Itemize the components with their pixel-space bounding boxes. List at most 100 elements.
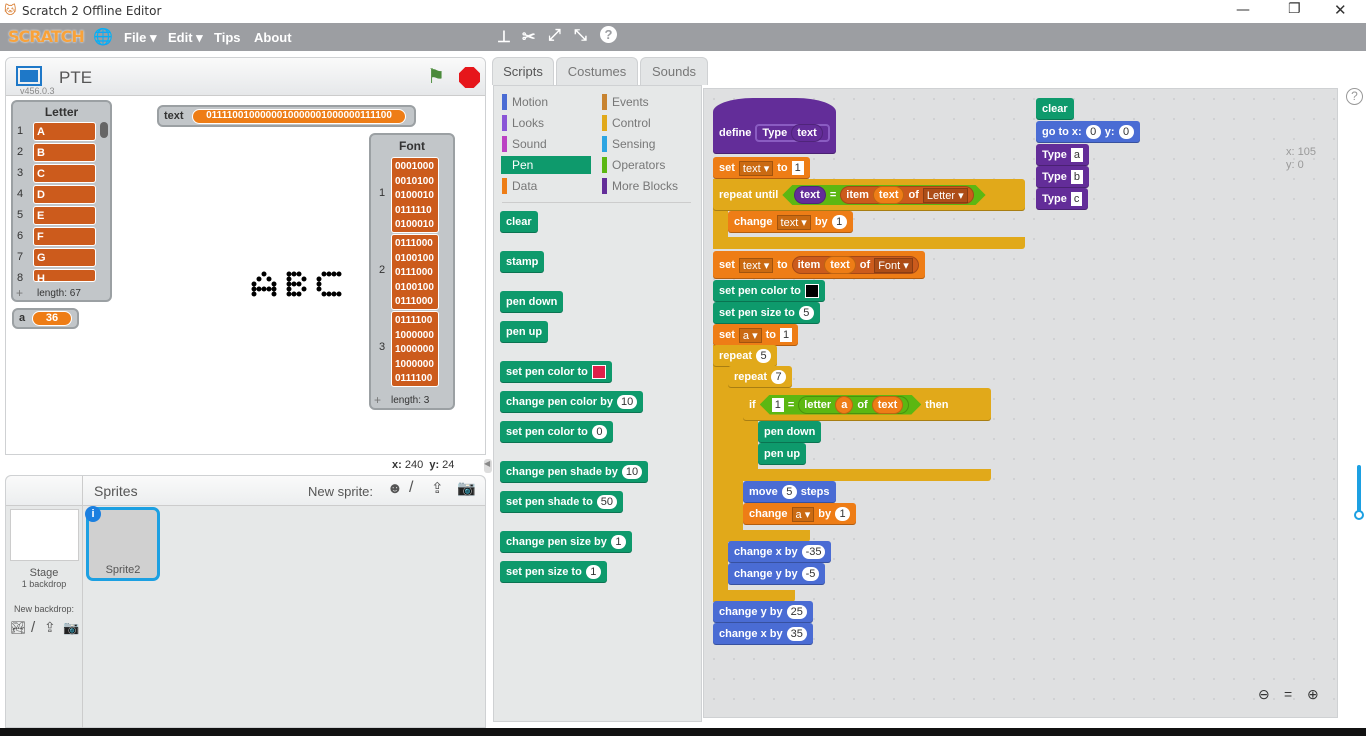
zoom-out-icon[interactable]: ⊖	[1258, 686, 1270, 703]
change-x-by-block[interactable]: change x by 35	[713, 623, 813, 645]
pen-down-block[interactable]: pen down	[758, 421, 822, 443]
change-y-by-block[interactable]: change y by 25	[713, 601, 813, 623]
dropdown[interactable]: Font	[874, 257, 913, 273]
number-input[interactable]: 7	[771, 370, 787, 384]
text-input[interactable]: a	[1070, 148, 1083, 162]
reporter-block[interactable]: text	[791, 124, 823, 142]
menu-file[interactable]: File ▾	[124, 30, 157, 46]
number-input[interactable]: 5	[798, 306, 814, 320]
stage-thumbnail[interactable]	[10, 509, 79, 561]
help-icon[interactable]: ?	[600, 26, 617, 43]
category-more-blocks[interactable]: More Blocks	[601, 177, 691, 195]
backdrop-library-icon[interactable]: 🏞	[10, 620, 27, 636]
zoom-in-icon[interactable]: ⊕	[1307, 686, 1319, 703]
help-button[interactable]: ?	[1346, 88, 1363, 105]
define-block[interactable]: define Type text	[713, 98, 836, 154]
text-input[interactable]: 1	[772, 398, 784, 412]
change-x-by-block[interactable]: change x by -35	[728, 541, 832, 563]
dropdown[interactable]: text	[776, 214, 811, 230]
clear-block[interactable]: clear	[500, 211, 538, 233]
category-sensing[interactable]: Sensing	[601, 135, 691, 153]
pen-down-block[interactable]: pen down	[500, 291, 564, 313]
number-input[interactable]: 1	[835, 507, 851, 521]
number-input[interactable]: 1	[610, 535, 626, 549]
paint-backdrop-icon[interactable]: /	[31, 619, 35, 636]
reporter-block[interactable]: a	[835, 396, 853, 414]
maximize-button[interactable]: ❐	[1288, 1, 1301, 17]
number-input[interactable]: 10	[616, 395, 638, 409]
close-button[interactable]: ✕	[1334, 1, 1347, 19]
collapse-stage-icon[interactable]: ◀	[484, 459, 492, 473]
repeat-block[interactable]: repeat 7	[728, 366, 793, 388]
number-input[interactable]: 25	[786, 605, 807, 619]
tab-costumes[interactable]: Costumes	[556, 57, 638, 85]
category-looks[interactable]: Looks	[501, 114, 591, 132]
paint-brush-icon[interactable]: /	[409, 479, 413, 497]
reporter-block[interactable]: text	[824, 256, 856, 274]
upload-backdrop-icon[interactable]: ⇪	[44, 619, 56, 636]
set-pen-shade-to-block[interactable]: set pen shade to 50	[500, 491, 624, 513]
clear-block[interactable]: clear	[1036, 98, 1074, 120]
project-name[interactable]: PTE	[59, 68, 92, 88]
category-events[interactable]: Events	[601, 93, 691, 111]
minimize-button[interactable]: —	[1236, 2, 1250, 18]
menu-tips[interactable]: Tips	[214, 30, 241, 45]
number-input[interactable]: 0	[591, 425, 607, 439]
menu-edit[interactable]: Edit ▾	[168, 30, 203, 46]
change-y-by-block[interactable]: change y by -5	[728, 563, 826, 585]
set-pen-color-to-block[interactable]: set pen color to	[500, 361, 612, 383]
change-pen-size-by-block[interactable]: change pen size by 1	[500, 531, 632, 553]
color-swatch[interactable]	[591, 365, 606, 379]
category-control[interactable]: Control	[601, 114, 691, 132]
number-input[interactable]: 5	[781, 485, 797, 499]
repeat-block[interactable]: repeat 5	[713, 345, 778, 367]
type-block[interactable]: Type b	[1036, 166, 1089, 188]
category-pen[interactable]: Pen	[501, 156, 591, 174]
set-block[interactable]: settexttoitemtextofFont	[713, 251, 925, 279]
category-sound[interactable]: Sound	[501, 135, 591, 153]
reporter-block[interactable]: Type text	[755, 124, 830, 142]
number-input[interactable]: 1	[585, 565, 601, 579]
reporter-block[interactable]: text	[872, 396, 904, 414]
pen-up-block[interactable]: pen up	[500, 321, 549, 343]
number-input[interactable]: 5	[756, 349, 772, 363]
go-to-x--block[interactable]: go to x: 0 y: 0	[1036, 121, 1140, 143]
duplicate-stamp-icon[interactable]: ⊥	[497, 27, 511, 47]
set-pen-size-to-block[interactable]: set pen size to 1	[500, 561, 607, 583]
menu-about[interactable]: About	[254, 30, 292, 45]
scratch-logo[interactable]: SCRATCH	[8, 27, 85, 46]
green-flag-icon[interactable]: ⚑	[427, 64, 445, 89]
boolean-block[interactable]: 1 = letter a of text	[760, 395, 922, 415]
dropdown[interactable]: text	[738, 257, 774, 273]
change-pen-color-by-block[interactable]: change pen color by 10	[500, 391, 644, 413]
globe-icon[interactable]: 🌐	[93, 27, 113, 47]
number-input[interactable]: 50	[596, 495, 618, 509]
if-block[interactable]: if 1 = letter a of text then	[743, 388, 991, 421]
number-input[interactable]: 1	[831, 215, 847, 229]
change-block[interactable]: changetextby1	[728, 211, 853, 233]
cut-scissors-icon[interactable]: ✂	[522, 27, 535, 47]
type-block[interactable]: Type c	[1036, 188, 1089, 210]
pen-up-block[interactable]: pen up	[758, 443, 807, 465]
set-pen-size-to-block[interactable]: set pen size to 5	[713, 302, 820, 324]
boolean-block[interactable]: text = item text of Letter	[782, 185, 985, 205]
dropdown[interactable]: a	[791, 506, 815, 522]
number-input[interactable]: -5	[801, 567, 820, 581]
text-input[interactable]: 1	[780, 328, 793, 342]
reporter-block[interactable]: letter a of text	[798, 396, 909, 414]
text-input[interactable]: c	[1070, 192, 1083, 206]
number-input[interactable]: 0	[1085, 125, 1101, 139]
sprite-info-icon[interactable]: i	[85, 506, 101, 522]
move-block[interactable]: move 5 steps	[743, 481, 836, 503]
tab-sounds[interactable]: Sounds	[640, 57, 708, 85]
dropdown[interactable]: a	[738, 327, 762, 343]
zoom-slider-handle[interactable]	[1354, 510, 1364, 520]
zoom-reset-icon[interactable]: =	[1284, 686, 1292, 702]
dropdown[interactable]: Letter	[923, 188, 968, 203]
tab-scripts[interactable]: Scripts	[492, 57, 554, 85]
category-data[interactable]: Data	[501, 177, 591, 195]
set-block[interactable]: setato 1	[713, 324, 799, 346]
reporter-block[interactable]: item text of Font	[791, 256, 919, 274]
number-input[interactable]: 10	[621, 465, 643, 479]
change-pen-shade-by-block[interactable]: change pen shade by 10	[500, 461, 649, 483]
